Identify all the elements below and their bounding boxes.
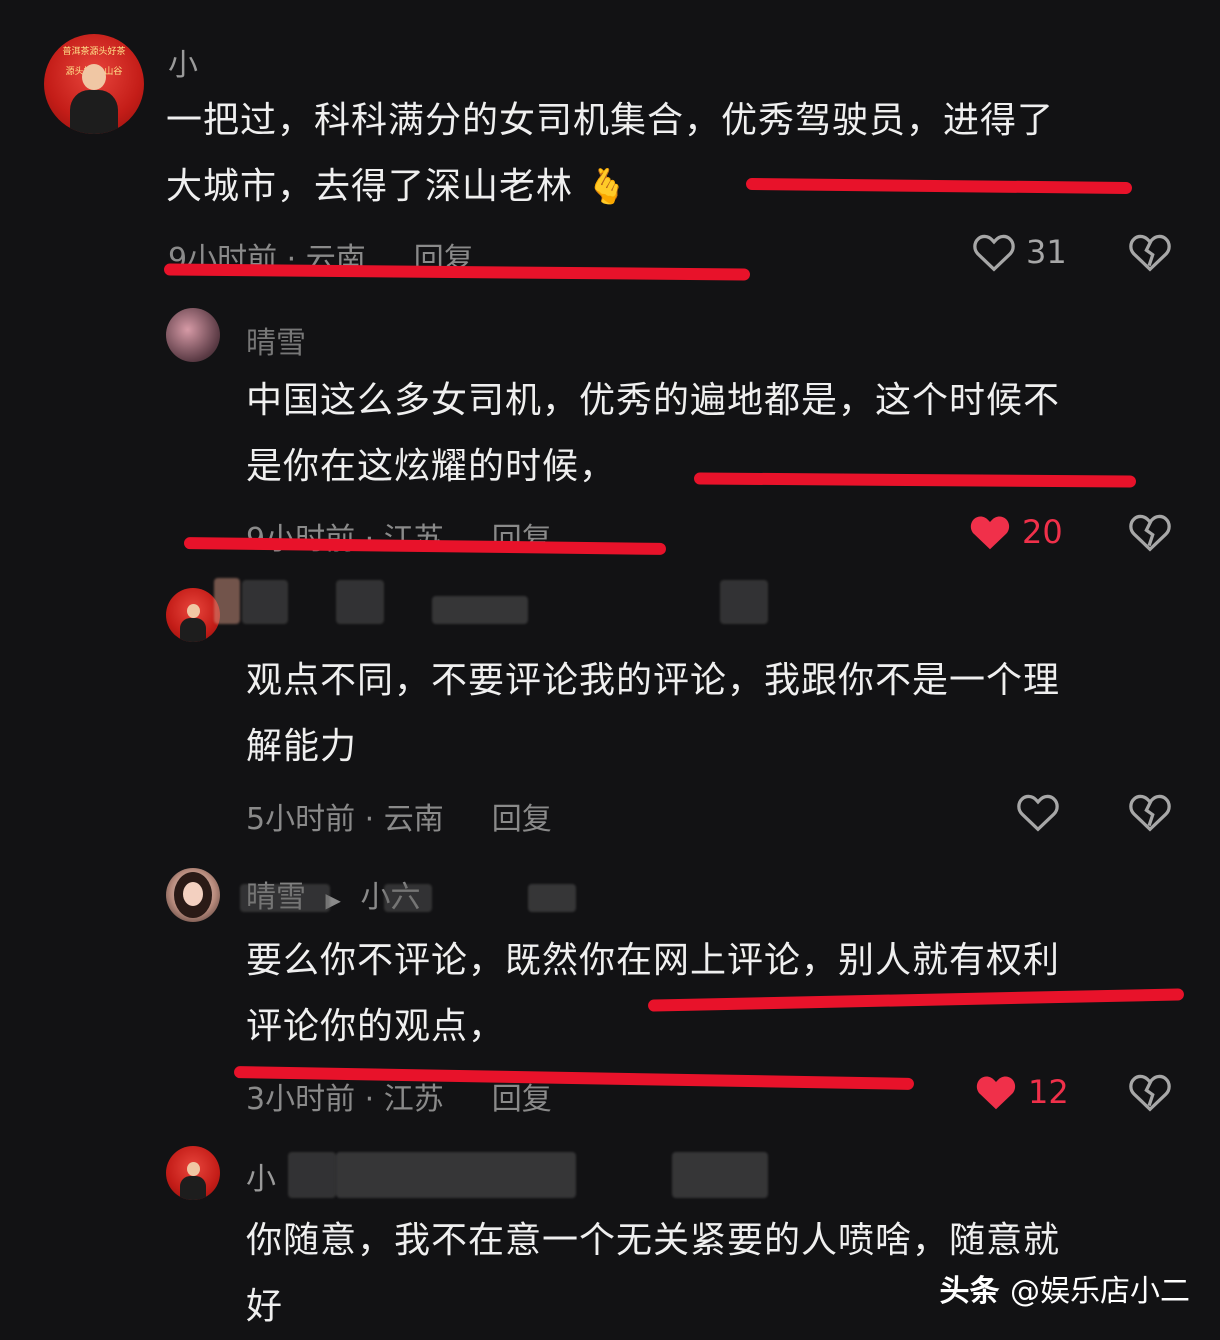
commenter-name[interactable]: 小	[168, 40, 198, 84]
watermark: 头条 @娱乐店小二	[940, 1266, 1190, 1310]
redacted-username	[336, 580, 384, 624]
comment-text: 大城市，去得了深山老林 🫰	[166, 154, 629, 220]
comment-text-line: 大城市，去得了深山老林	[166, 166, 574, 207]
avatar[interactable]: 普洱茶源头好茶 源头好茶 山谷	[44, 34, 144, 134]
time-location: 3小时前 · 江苏	[246, 1082, 444, 1117]
comment-text: 中国这么多女司机，优秀的遍地都是，这个时候不	[246, 368, 1060, 434]
redacted-username	[214, 578, 240, 624]
comment-text: 一把过，科科满分的女司机集合，优秀驾驶员，进得了	[166, 88, 1054, 154]
like-count: 12	[1028, 1073, 1069, 1111]
avatar[interactable]	[166, 868, 220, 922]
redacted-username	[720, 580, 768, 624]
redacted-username	[672, 1152, 768, 1198]
heart-filled-icon	[970, 516, 1010, 550]
comment-text-line: 解能力	[246, 726, 358, 767]
heart-outline-icon	[1017, 794, 1059, 832]
redacted-username	[384, 884, 432, 912]
redacted-username	[528, 884, 576, 912]
comment-meta: 5小时前 · 云南 回复	[246, 794, 552, 838]
comment-text-line: 你随意，我不在意一个无关紧要的人喷啥，随意就	[246, 1220, 1061, 1261]
reply-button[interactable]: 回复	[492, 802, 552, 837]
redacted-username	[242, 580, 288, 624]
comment-text: 观点不同，不要评论我的评论，我跟你不是一个理	[246, 648, 1060, 714]
broken-heart-icon[interactable]	[1128, 232, 1172, 272]
redacted-username	[432, 596, 528, 624]
comment-text-line: 观点不同，不要评论我的评论，我跟你不是一个理	[246, 660, 1061, 701]
broken-heart-icon[interactable]	[1128, 1072, 1172, 1112]
redacted-username	[336, 1152, 576, 1198]
comment-text-line: 一把过，科科满分的女司机集合，优秀驾驶员，进得了	[166, 100, 1055, 141]
like-button[interactable]	[1016, 792, 1070, 832]
comment-text: 要么你不评论，既然你在网上评论，别人就有权利	[246, 928, 1060, 994]
comment-text: 评论你的观点，	[246, 994, 505, 1060]
broken-heart-icon[interactable]	[1128, 512, 1172, 552]
comment-text: 好	[246, 1274, 283, 1340]
like-button[interactable]: 12	[974, 1072, 1069, 1112]
avatar[interactable]	[166, 308, 220, 362]
like-count: 20	[1022, 513, 1063, 551]
like-button[interactable]: 31	[972, 232, 1067, 272]
highlight-stroke	[693, 472, 1137, 488]
heart-outline-icon	[973, 234, 1015, 272]
time-location: 5小时前 · 云南	[246, 802, 444, 837]
finger-heart-emoji-icon: 🫰	[585, 167, 629, 207]
like-count: 31	[1026, 233, 1067, 271]
comment-text-line: 评论你的观点，	[246, 1006, 506, 1047]
comment-text: 解能力	[246, 714, 357, 780]
comment-text: 是你在这炫耀的时候，	[246, 434, 616, 500]
reply-button[interactable]: 回复	[492, 1082, 552, 1117]
heart-filled-icon	[976, 1076, 1016, 1110]
comment-text: 你随意，我不在意一个无关紧要的人喷啥，随意就	[246, 1208, 1060, 1274]
comment-text-line: 是你在这炫耀的时候，	[246, 446, 617, 487]
comment-text-line: 好	[246, 1286, 284, 1327]
avatar[interactable]	[166, 1146, 220, 1200]
watermark-handle: @娱乐店小二	[1010, 1274, 1190, 1309]
comment-text-line: 中国这么多女司机，优秀的遍地都是，这个时候不	[246, 380, 1061, 421]
avatar-sign-text: 普洱茶源头好茶	[62, 47, 126, 57]
redacted-username	[240, 884, 330, 912]
avatar[interactable]	[166, 588, 220, 642]
highlight-stroke	[745, 177, 1133, 195]
watermark-brand: 头条	[939, 1274, 1000, 1309]
redacted-username	[288, 1152, 336, 1198]
comment-text-line: 要么你不评论，既然你在网上评论，别人就有权利	[246, 940, 1061, 981]
commenter-name[interactable]: 晴雪	[246, 318, 306, 362]
commenter-name[interactable]: 小	[246, 1154, 276, 1198]
broken-heart-icon[interactable]	[1128, 792, 1172, 832]
like-button[interactable]: 20	[968, 512, 1063, 552]
